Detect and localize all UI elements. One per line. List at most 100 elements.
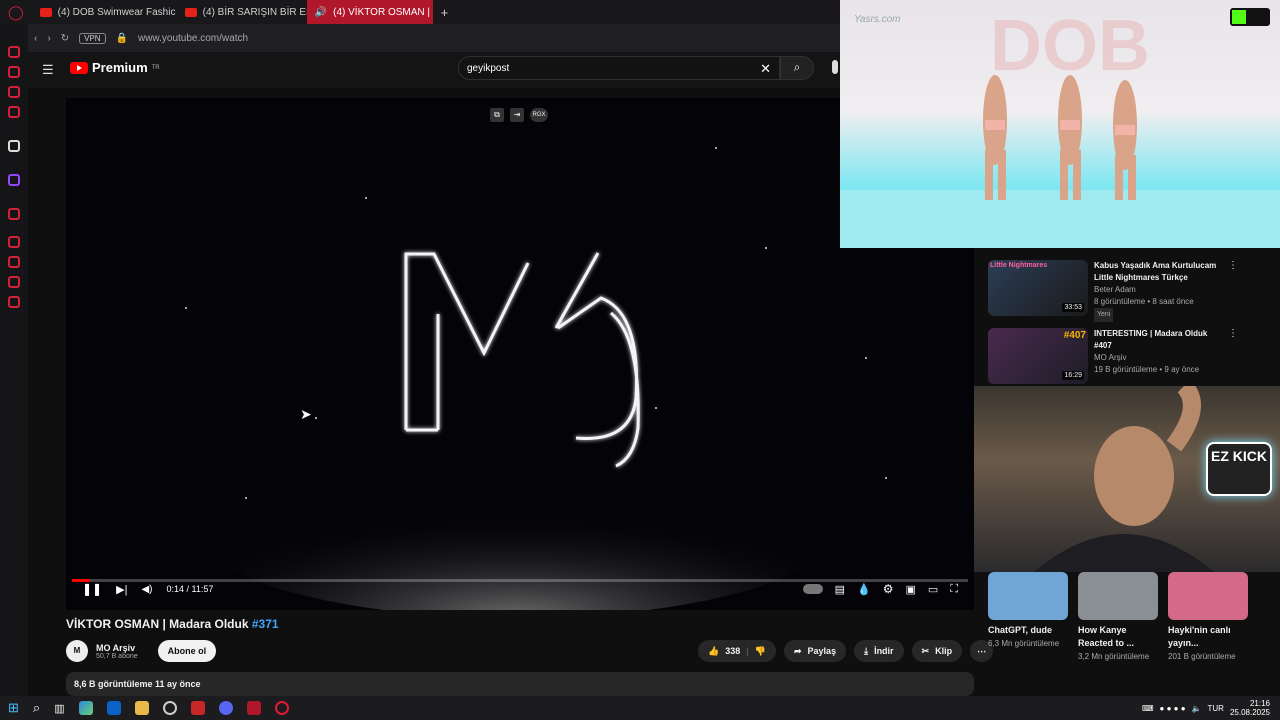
browser-sidebar bbox=[0, 24, 28, 696]
youtube-play-icon bbox=[70, 61, 88, 74]
enter-icon[interactable]: ⇥ bbox=[510, 108, 524, 122]
clip-button[interactable]: ✂ Klip bbox=[911, 640, 963, 662]
keyboard-icon[interactable]: ⌨ bbox=[1142, 704, 1154, 713]
like-button[interactable]: 👍 338 | 👎 bbox=[698, 640, 776, 662]
tab-0[interactable]: (4) DOB Swimwear Fashic bbox=[32, 0, 177, 24]
volume-icon[interactable]: ◀) bbox=[141, 584, 152, 595]
lock-icon: 🔒 bbox=[115, 32, 128, 44]
language-indicator[interactable]: TUR bbox=[1208, 704, 1224, 713]
search-taskbar-icon[interactable]: ⌕ bbox=[33, 700, 40, 716]
search-input[interactable]: geyikpost ✕ bbox=[458, 56, 780, 80]
next-icon[interactable]: ▶| bbox=[116, 583, 127, 596]
divider: | bbox=[746, 646, 749, 656]
channel-avatar[interactable]: M bbox=[66, 640, 88, 662]
history-icon[interactable] bbox=[8, 256, 20, 268]
related-item[interactable]: Little Nightmares 33:53 Kabus Yaşadık Am… bbox=[974, 260, 1280, 322]
related-item[interactable]: #407 16:29 INTERESTING | Madara Olduk #4… bbox=[974, 328, 1280, 384]
hamburger-menu-icon[interactable]: ☰ bbox=[42, 62, 54, 78]
copilot-icon[interactable] bbox=[78, 701, 93, 715]
opera-menu-icon[interactable]: ◯ bbox=[0, 0, 32, 24]
opera-icon[interactable] bbox=[274, 701, 289, 715]
channel-row: M MO Arşiv 50,7 B abone Abone ol bbox=[66, 640, 217, 662]
share-button[interactable]: ➦ Paylaş bbox=[784, 640, 847, 662]
short-item[interactable]: Hayki'nin canlı yayın... 201 B görüntüle… bbox=[1168, 572, 1248, 680]
extensions-icon[interactable] bbox=[8, 276, 20, 288]
tab-1[interactable]: (4) BİR SARIŞIN BİR ESME bbox=[177, 0, 307, 24]
speaker-icon: 🔊 bbox=[314, 6, 328, 18]
clock-app-icon[interactable] bbox=[162, 701, 177, 715]
file-explorer-icon[interactable] bbox=[134, 701, 149, 715]
logo-country: TR bbox=[151, 64, 160, 71]
clock-date: 25.08.2025 bbox=[1229, 708, 1270, 717]
discord-icon[interactable] bbox=[218, 701, 233, 715]
rgx-badge[interactable]: RGX bbox=[530, 108, 548, 122]
pause-icon[interactable]: ❚❚ bbox=[82, 582, 102, 596]
youtube-logo[interactable]: Premium TR bbox=[70, 60, 160, 75]
outlook-icon[interactable] bbox=[106, 701, 121, 715]
tray-app-icons[interactable]: ● ● ● ● bbox=[1160, 704, 1186, 713]
windows-start-icon[interactable]: ⊞ bbox=[8, 700, 19, 716]
opera-gx-icon[interactable] bbox=[246, 701, 261, 715]
new-badge: Yeni bbox=[1094, 308, 1114, 322]
thumbs-down-icon[interactable]: 👎 bbox=[755, 646, 766, 657]
video-player[interactable]: ⧉ ⇥ RGX ➤ ❚❚ ▶| ◀) 0:14 / 11:57 ▤ 💧 ⚙ ▣ … bbox=[66, 98, 974, 610]
like-count: 338 bbox=[725, 646, 741, 656]
short-views: 6,3 Mn görüntüleme bbox=[988, 639, 1060, 648]
subscribe-button[interactable]: Abone ol bbox=[157, 640, 217, 662]
settings-icon[interactable] bbox=[8, 296, 20, 308]
ambient-icon[interactable]: 💧 bbox=[857, 583, 871, 596]
new-tab-button[interactable]: + bbox=[433, 0, 457, 24]
fullscreen-icon[interactable]: ⛶ bbox=[950, 583, 958, 596]
bag-icon[interactable] bbox=[8, 66, 20, 78]
more-options-icon[interactable]: ⋮ bbox=[1228, 260, 1238, 322]
stream-overlay-video: DOB Yasrs.com bbox=[840, 0, 1280, 248]
mic-icon[interactable] bbox=[832, 60, 838, 74]
vpn-badge[interactable]: VPN bbox=[79, 32, 106, 44]
related-title: Kabus Yaşadık Ama Kurtulucam Little Nigh… bbox=[1094, 261, 1217, 282]
short-item[interactable]: ChatGPT, dude 6,3 Mn görüntüleme bbox=[988, 572, 1068, 680]
clock[interactable]: 21:16 25.08.2025 bbox=[1230, 699, 1270, 717]
back-icon[interactable]: ‹ bbox=[34, 33, 37, 44]
player-icon[interactable] bbox=[8, 208, 20, 220]
streamer-webcam: EZ KICK bbox=[974, 386, 1280, 572]
short-title: ChatGPT, dude bbox=[988, 625, 1053, 635]
related-thumbnail[interactable]: Little Nightmares 33:53 bbox=[988, 260, 1088, 316]
clock-time: 21:16 bbox=[1249, 699, 1270, 708]
ai-icon[interactable] bbox=[8, 140, 20, 152]
kick-logo-icon bbox=[1230, 8, 1270, 26]
related-channel: MO Arşiv bbox=[1094, 353, 1127, 362]
subtitles-icon[interactable]: ▤ bbox=[835, 583, 845, 596]
related-thumbnail[interactable]: #407 16:29 bbox=[988, 328, 1088, 384]
video-hashtag[interactable]: #371 bbox=[252, 617, 279, 631]
short-item[interactable]: How Kanye Reacted to ... 3,2 Mn görüntül… bbox=[1078, 572, 1158, 680]
forward-icon[interactable]: › bbox=[47, 33, 50, 44]
pin-icon[interactable] bbox=[8, 236, 20, 248]
clear-search-icon[interactable]: ✕ bbox=[760, 61, 771, 77]
messenger-icon[interactable] bbox=[8, 106, 20, 118]
mail-icon[interactable] bbox=[8, 86, 20, 98]
logo-text: Premium bbox=[92, 60, 148, 75]
miniplayer-icon[interactable]: ▣ bbox=[905, 583, 915, 596]
reload-icon[interactable]: ↻ bbox=[61, 33, 69, 44]
description-box[interactable]: 8,6 B görüntüleme 11 ay önce bbox=[66, 672, 974, 696]
task-view-icon[interactable]: ▥ bbox=[54, 702, 64, 715]
more-options-icon[interactable]: ⋮ bbox=[1228, 328, 1238, 384]
short-thumbnail[interactable] bbox=[988, 572, 1068, 620]
video-duration: 33:53 bbox=[1062, 303, 1084, 312]
copy-icon[interactable]: ⧉ bbox=[490, 108, 504, 122]
short-views: 3,2 Mn görüntüleme bbox=[1078, 652, 1150, 661]
short-thumbnail[interactable] bbox=[1168, 572, 1248, 620]
aria-icon[interactable] bbox=[8, 46, 20, 58]
channel-name[interactable]: MO Arşiv bbox=[96, 643, 138, 653]
short-thumbnail[interactable] bbox=[1078, 572, 1158, 620]
autoplay-toggle[interactable] bbox=[802, 584, 823, 594]
search-button[interactable]: ⌕ bbox=[780, 56, 814, 80]
theater-icon[interactable]: ▭ bbox=[928, 583, 938, 596]
video-app-icon[interactable] bbox=[190, 701, 205, 715]
download-button[interactable]: ⤓ İndir bbox=[854, 640, 904, 662]
volume-tray-icon[interactable]: 🔈 bbox=[1192, 704, 1202, 713]
url-field[interactable]: www.youtube.com/watch bbox=[138, 33, 248, 44]
settings-gear-icon[interactable]: ⚙ bbox=[883, 582, 894, 596]
tab-2-active[interactable]: 🔊 (4) VİKTOR OSMAN | bbox=[306, 0, 433, 24]
twitch-icon[interactable] bbox=[8, 174, 20, 186]
